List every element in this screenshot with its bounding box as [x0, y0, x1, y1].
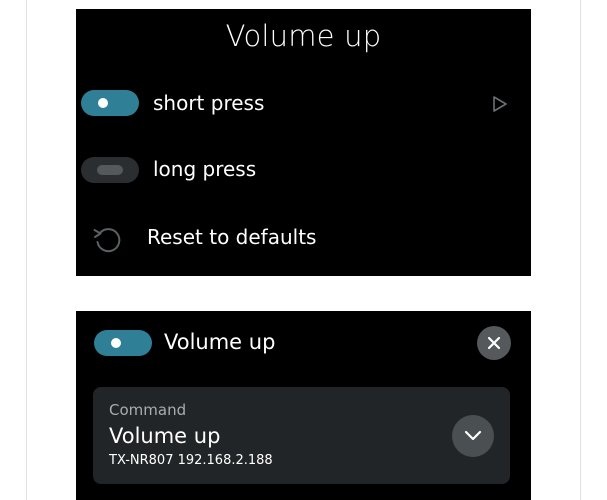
frame-divider-right [580, 0, 581, 500]
command-dropdown-button[interactable] [452, 415, 494, 457]
long-press-toggle[interactable] [81, 157, 139, 183]
close-icon [487, 336, 501, 350]
long-press-row[interactable]: long press [76, 149, 531, 189]
reset-icon [93, 228, 121, 253]
short-press-toggle[interactable] [81, 90, 139, 116]
command-device: TX-NR807 192.168.2.188 [109, 453, 273, 468]
reset-defaults-label: Reset to defaults [147, 225, 317, 249]
command-caption: Command [109, 401, 187, 419]
long-press-label: long press [153, 157, 257, 181]
button-mapping-panel: Volume up short press long press Reset t… [76, 9, 531, 276]
toggle-knob [111, 338, 121, 348]
toggle-knob [97, 165, 123, 175]
reset-defaults-row[interactable]: Reset to defaults [76, 217, 531, 257]
command-panel-title: Volume up [164, 330, 276, 354]
frame-divider-left [26, 0, 27, 500]
short-press-row[interactable]: short press [76, 83, 531, 123]
command-panel: Volume up Command Volume up TX-NR807 192… [76, 311, 531, 500]
short-press-label: short press [153, 91, 265, 115]
close-button[interactable] [477, 326, 511, 360]
command-select[interactable]: Command Volume up TX-NR807 192.168.2.188 [93, 387, 510, 484]
chevron-down-icon [464, 430, 482, 441]
play-icon[interactable] [491, 95, 509, 113]
command-value: Volume up [109, 424, 221, 448]
toggle-knob [98, 98, 108, 108]
panel-title: Volume up [225, 19, 382, 53]
command-enabled-toggle[interactable] [94, 330, 152, 356]
